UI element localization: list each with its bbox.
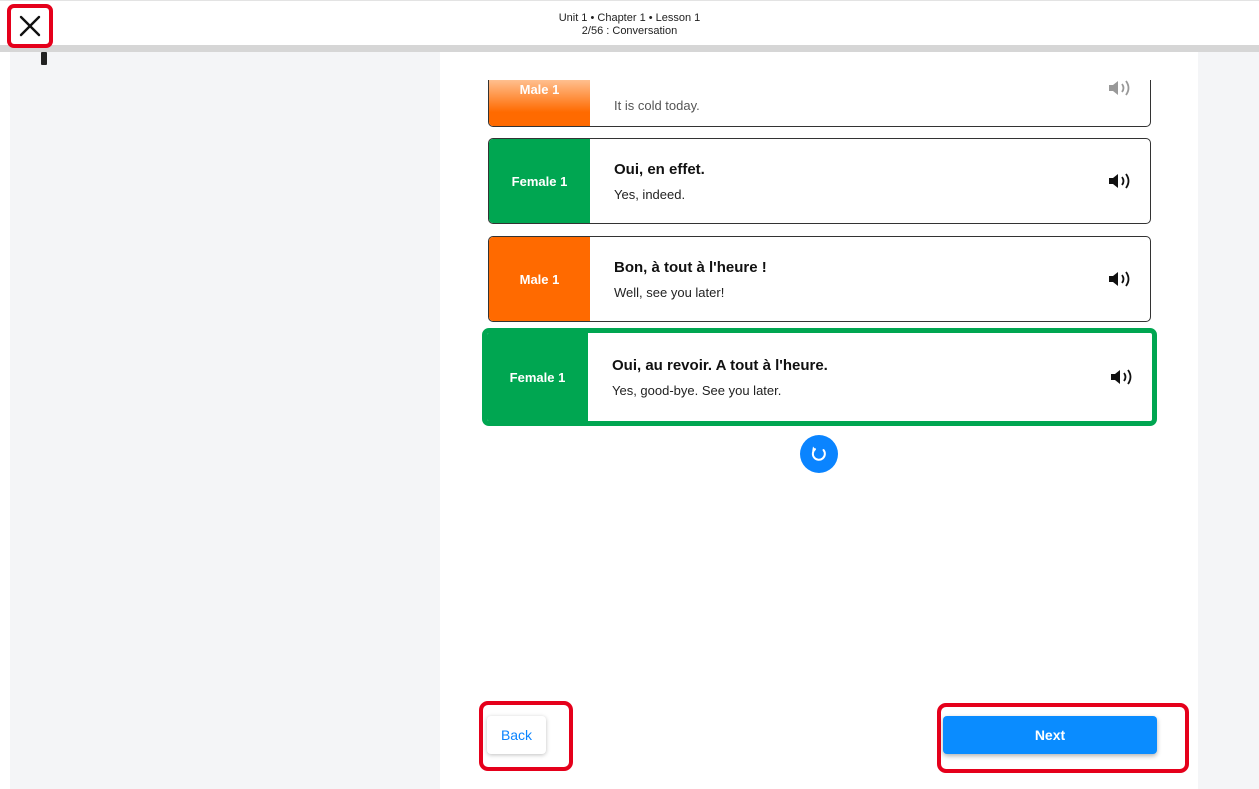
dialogue-text: It is cold today. [590, 80, 1090, 126]
english-translation: Yes, indeed. [614, 186, 686, 202]
dialogue-line-1: Male 1 It is cold today. [488, 80, 1151, 127]
dialogue-text: Oui, au revoir. A tout à l'heure. Yes, g… [588, 333, 1092, 421]
speaker-label: Male 1 [489, 237, 590, 321]
speaker-label: Male 1 [489, 80, 590, 126]
speaker-icon [1109, 271, 1130, 287]
dialogue-line-4: Female 1 Oui, au revoir. A tout à l'heur… [482, 328, 1157, 426]
english-translation: Well, see you later! [614, 284, 725, 300]
top-bar: Unit 1 • Chapter 1 • Lesson 1 2/56 : Con… [0, 0, 1259, 47]
dialogue-text: Bon, à tout à l'heure ! Well, see you la… [590, 237, 1090, 321]
french-sentence: Oui, en effet. [614, 160, 705, 178]
play-audio-button[interactable] [1092, 333, 1152, 421]
lesson-progress-bar [0, 45, 1259, 52]
french-sentence: Oui, au revoir. A tout à l'heure. [612, 356, 828, 374]
replay-button[interactable] [800, 435, 838, 473]
speaker-icon [1111, 369, 1132, 385]
speaker-icon [1109, 173, 1130, 189]
play-audio-button[interactable] [1090, 237, 1150, 321]
dialogue-text: Oui, en effet. Yes, indeed. [590, 139, 1090, 223]
breadcrumb-text: Unit 1 • Chapter 1 • Lesson 1 [558, 12, 701, 24]
scroll-marker [41, 52, 47, 65]
dialogue-line-3: Male 1 Bon, à tout à l'heure ! Well, see… [488, 236, 1151, 322]
right-gutter [1198, 52, 1259, 789]
left-gutter [10, 52, 440, 789]
lesson-breadcrumb: Unit 1 • Chapter 1 • Lesson 1 2/56 : Con… [0, 12, 1259, 38]
french-sentence: Bon, à tout à l'heure ! [614, 258, 767, 276]
speaker-label: Female 1 [489, 139, 590, 223]
english-translation: Yes, good-bye. See you later. [612, 382, 782, 398]
speaker-icon [1109, 80, 1130, 96]
speaker-label: Female 1 [487, 333, 588, 421]
english-translation: It is cold today. [614, 98, 700, 113]
replay-icon [811, 446, 826, 461]
dialogue-line-2: Female 1 Oui, en effet. Yes, indeed. [488, 138, 1151, 224]
back-button[interactable]: Back [487, 716, 546, 754]
play-audio-button[interactable] [1090, 139, 1150, 223]
play-audio-button[interactable] [1090, 80, 1150, 126]
close-icon [19, 15, 41, 37]
next-button[interactable]: Next [943, 716, 1157, 754]
lesson-progress-text: 2/56 : Conversation [581, 25, 678, 37]
close-button[interactable] [7, 4, 53, 48]
